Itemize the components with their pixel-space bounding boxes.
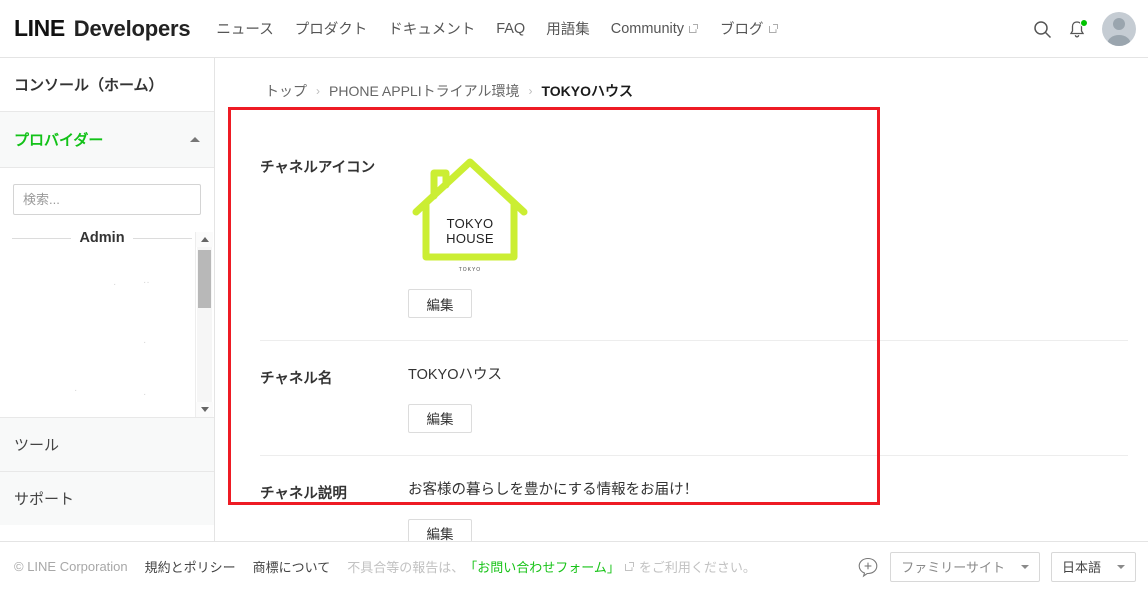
- avatar[interactable]: [1102, 12, 1136, 46]
- divider-line-left: [12, 237, 72, 239]
- nav-item-documents[interactable]: ドキュメント: [388, 18, 475, 39]
- channel-description-label: チャネル説明: [260, 485, 347, 502]
- channel-name-value: TOKYOハウス: [408, 367, 502, 383]
- footer-left: © LINE Corporation 規約とポリシー 商標について 不具合等の報…: [0, 557, 756, 576]
- nav-label: FAQ: [496, 20, 526, 37]
- sidebar-item-provider[interactable]: プロバイダー: [0, 112, 214, 168]
- scroll-up-arrow-icon[interactable]: [196, 232, 213, 247]
- nav-item-products[interactable]: プロダクト: [295, 18, 368, 39]
- edit-channel-description-button[interactable]: 編集: [408, 518, 472, 541]
- sidebar-item-label: サポート: [14, 491, 75, 508]
- search-input[interactable]: [13, 184, 201, 215]
- scroll-down-arrow-icon[interactable]: [196, 402, 213, 417]
- house-logo-icon: [412, 158, 528, 261]
- page-root: LINE Developers ニュース プロダクト ドキュメント FAQ 用語…: [0, 0, 1148, 591]
- nav-item-news[interactable]: ニュース: [216, 18, 273, 39]
- breadcrumb-item-provider[interactable]: PHONE APPLIトライアル環境: [329, 81, 519, 101]
- main-content: トップ › PHONE APPLIトライアル環境 › TOKYOハウス チャネル…: [215, 58, 1148, 541]
- nav-item-faq[interactable]: FAQ: [496, 21, 525, 37]
- family-site-select[interactable]: ファミリーサイト: [890, 551, 1040, 582]
- edit-channel-icon-button[interactable]: 編集: [408, 289, 472, 318]
- channel-settings-panel: チャネルアイコン TOKYO HOUSE TOKYO 編集 チャネル名 TOKY…: [215, 127, 1148, 541]
- logo-developers-text: Developers: [73, 16, 191, 41]
- chevron-up-icon: [190, 137, 200, 142]
- notification-bell-icon[interactable]: [1068, 18, 1088, 39]
- divider-line-right: [132, 237, 193, 239]
- breadcrumb: トップ › PHONE APPLIトライアル環境 › TOKYOハウス: [215, 58, 1148, 101]
- breadcrumb-item-current: TOKYOハウス: [541, 83, 633, 99]
- sidebar-item-console-home[interactable]: コンソール（ホーム）: [0, 58, 214, 112]
- channel-icon-body: TOKYO HOUSE TOKYO 編集: [408, 154, 1128, 318]
- list-item[interactable]: ·: [113, 279, 116, 290]
- external-link-icon: [768, 24, 778, 33]
- line-developers-logo[interactable]: LINE Developers: [14, 15, 191, 42]
- channel-name-row: チャネル名 TOKYOハウス 編集: [260, 341, 1128, 456]
- list-item[interactable]: ·: [143, 389, 146, 400]
- sidebar-item-label: ツール: [14, 437, 60, 454]
- notification-badge: [1080, 18, 1088, 27]
- sidebar-item-support[interactable]: サポート: [0, 471, 214, 525]
- language-select[interactable]: 日本語: [1050, 551, 1136, 582]
- footer-copyright: © LINE Corporation: [14, 559, 128, 574]
- nav-item-blog[interactable]: ブログ: [720, 18, 779, 39]
- list-item[interactable]: ··: [143, 277, 150, 288]
- channel-description-value: お客様の暮らしを豊かにする情報をお届け！: [408, 481, 699, 498]
- header-actions: [1033, 0, 1136, 58]
- nav-label: ブログ: [720, 22, 764, 38]
- footer-contact-form-link[interactable]: 「お問い合わせフォーム」: [464, 557, 620, 576]
- footer-note-prefix: 不具合等の報告は、: [347, 560, 465, 575]
- footer-right: ファミリーサイト 日本語: [857, 551, 1136, 582]
- channel-icon-label: チャネルアイコン: [260, 160, 376, 176]
- main-navigation: ニュース プロダクト ドキュメント FAQ 用語集 Community ブログ: [216, 18, 778, 39]
- breadcrumb-separator: ›: [316, 84, 320, 98]
- footer-link-trademark[interactable]: 商標について: [253, 557, 331, 576]
- site-footer: © LINE Corporation 規約とポリシー 商標について 不具合等の報…: [0, 541, 1148, 591]
- nav-label: ニュース: [216, 22, 274, 38]
- sidebar-item-label: プロバイダー: [14, 132, 104, 149]
- channel-description-row: チャネル説明 お客様の暮らしを豊かにする情報をお届け！ 編集: [260, 456, 1128, 541]
- footer-contact-note: 不具合等の報告は、 「お問い合わせフォーム」 をご利用ください。: [347, 557, 756, 576]
- list-item[interactable]: ·: [143, 337, 146, 348]
- provider-list-area: Admin · ·· · · ·: [0, 227, 214, 417]
- nav-label: ドキュメント: [388, 22, 476, 38]
- speech-bubble-plus-icon[interactable]: [857, 556, 879, 578]
- channel-description-body: お客様の暮らしを豊かにする情報をお届け！ 編集: [408, 480, 1128, 541]
- logo-text-line2: HOUSE: [446, 231, 494, 247]
- sidebar: コンソール（ホーム） プロバイダー Admin · ·· · · ·: [0, 58, 215, 541]
- footer-link-terms[interactable]: 規約とポリシー: [145, 557, 236, 576]
- sidebar-item-tools[interactable]: ツール: [0, 417, 214, 471]
- breadcrumb-item-top[interactable]: トップ: [265, 81, 307, 101]
- sidebar-search-wrap: [0, 168, 214, 215]
- channel-icon-logo-text: TOKYO HOUSE: [408, 216, 532, 246]
- external-link-icon: [689, 24, 699, 33]
- site-header: LINE Developers ニュース プロダクト ドキュメント FAQ 用語…: [0, 0, 1148, 58]
- nav-label: プロダクト: [294, 22, 368, 38]
- chevron-down-icon: [1020, 564, 1029, 569]
- sidebar-scrollbar[interactable]: [195, 232, 213, 417]
- provider-group-label: Admin: [79, 230, 125, 246]
- external-link-icon: [624, 562, 634, 571]
- language-label: 日本語: [1061, 560, 1101, 575]
- channel-name-label: チャネル名: [260, 371, 333, 387]
- footer-note-suffix: をご利用ください。: [638, 560, 756, 575]
- family-site-label: ファミリーサイト: [901, 560, 1005, 575]
- list-item[interactable]: ·: [74, 385, 77, 396]
- channel-icon-logo-caption: TOKYO: [458, 267, 482, 273]
- search-icon[interactable]: [1033, 20, 1052, 39]
- nav-label: Community: [610, 20, 685, 37]
- breadcrumb-separator: ›: [528, 84, 533, 98]
- sidebar-item-label: コンソール（ホーム）: [14, 77, 164, 94]
- nav-label: 用語集: [546, 22, 590, 38]
- channel-icon-row: チャネルアイコン TOKYO HOUSE TOKYO 編集: [260, 127, 1128, 341]
- edit-channel-name-button[interactable]: 編集: [408, 403, 472, 433]
- logo-line-text: LINE: [14, 15, 65, 41]
- chevron-down-icon: [1117, 564, 1125, 569]
- nav-item-glossary[interactable]: 用語集: [546, 18, 590, 39]
- logo-text-line1: TOKYO: [446, 216, 494, 231]
- provider-group-admin: Admin: [0, 227, 214, 249]
- nav-item-community[interactable]: Community: [611, 21, 699, 37]
- scrollbar-thumb[interactable]: [198, 250, 211, 308]
- channel-icon-image: TOKYO HOUSE TOKYO: [408, 154, 532, 273]
- channel-name-body: TOKYOハウス 編集: [408, 365, 1128, 433]
